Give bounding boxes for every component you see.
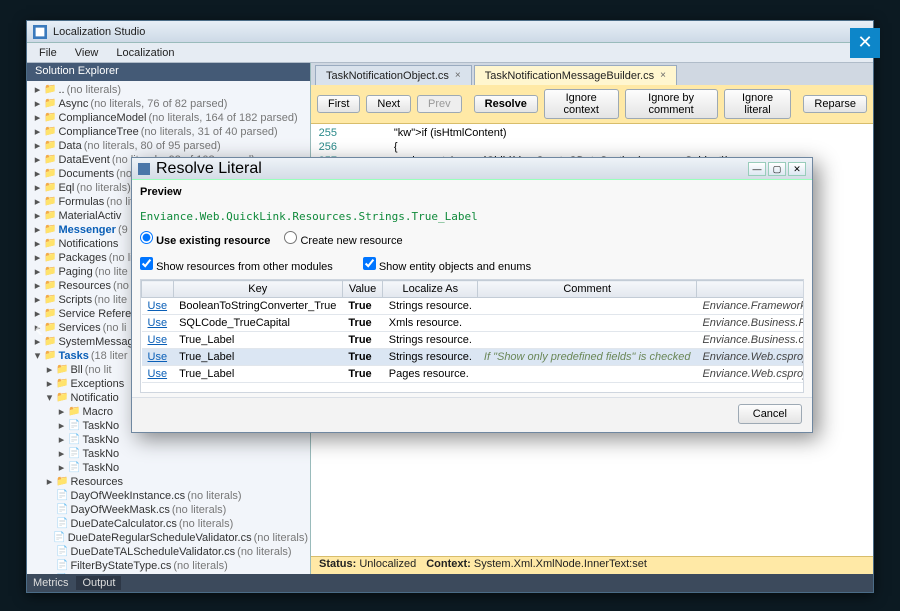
menu-localization[interactable]: Localization — [108, 46, 182, 60]
table-row[interactable]: UseTrue_LabelTruePages resource.Enviance… — [142, 366, 805, 383]
table-row[interactable]: UseTrue_LabelTrueStrings resource.Envian… — [142, 332, 805, 349]
tab-output[interactable]: Output — [76, 576, 121, 590]
prev-image-arrow[interactable]: ‹ — [26, 306, 52, 354]
tree-item[interactable]: ▸📁.. (no literals) — [31, 83, 310, 97]
titlebar[interactable]: Localization Studio — [27, 21, 873, 43]
next-image-arrow[interactable]: › — [852, 306, 878, 354]
close-icon[interactable]: × — [455, 70, 461, 81]
radio-use-existing[interactable]: Use existing resource — [140, 231, 270, 247]
column-header[interactable]: Resource File — [696, 281, 804, 298]
table-row[interactable]: UseBooleanToStringConverter_TrueTrueStri… — [142, 298, 805, 315]
dialog-title: Resolve Literal — [156, 160, 262, 178]
editor-toolbar: First Next Prev Resolve Ignore context I… — [311, 85, 873, 124]
menu-file[interactable]: File — [31, 46, 65, 60]
tree-item[interactable]: 📄DayOfWeekInstance.cs (no literals) — [31, 489, 310, 503]
tree-item[interactable]: ▸📄TaskNo — [31, 433, 310, 447]
menubar: File View Localization — [27, 43, 873, 63]
tree-item[interactable]: 📄DueDateTALScheduleValidator.cs (no lite… — [31, 545, 310, 559]
tree-item[interactable]: ▸📁Async (no literals, 76 of 82 parsed) — [31, 97, 310, 111]
close-icon[interactable]: × — [660, 70, 666, 81]
editor-statusbar: Status: Unlocalized Context: System.Xml.… — [311, 556, 873, 574]
ignore-by-comment-button[interactable]: Ignore by comment — [625, 89, 718, 119]
table-row[interactable]: UseTrue_LabelTrueStrings resource.If "Sh… — [142, 349, 805, 366]
use-link[interactable]: Use — [148, 317, 168, 329]
window-title: Localization Studio — [53, 26, 145, 38]
column-header[interactable]: Key — [173, 281, 342, 298]
tree-item[interactable]: 📄DueDateRegularScheduleValidator.cs (no … — [31, 531, 310, 545]
tab-label: TaskNotificationObject.cs — [326, 70, 449, 82]
tree-item[interactable]: ▸📁ComplianceModel (no literals, 164 of 1… — [31, 111, 310, 125]
dialog-icon — [138, 163, 150, 175]
context-value: System.Xml.XmlNode.InnerText:set — [474, 558, 647, 570]
tree-item[interactable]: 📄DueDateCalculator.cs (no literals) — [31, 517, 310, 531]
tab-metrics[interactable]: Metrics — [33, 577, 68, 589]
prev-button: Prev — [417, 95, 462, 113]
tree-item[interactable]: ▸📁Data (no literals, 80 of 95 parsed) — [31, 139, 310, 153]
preview-label: Preview — [140, 186, 804, 198]
tree-item[interactable]: 📄FilterByStateType.cs (no literals) — [31, 559, 310, 573]
solution-explorer-tab[interactable]: Solution Explorer — [27, 63, 310, 81]
minimize-button[interactable]: — — [748, 162, 766, 176]
bottom-tabs: Metrics Output — [27, 574, 873, 592]
reparse-button[interactable]: Reparse — [803, 95, 867, 113]
preview-text: Enviance.Web.QuickLink.Resources.Strings… — [140, 210, 804, 223]
ignore-literal-button[interactable]: Ignore literal — [724, 89, 792, 119]
ignore-context-button[interactable]: Ignore context — [544, 89, 619, 119]
resolve-literal-dialog: Resolve Literal — ▢ ✕ Preview Enviance.W… — [131, 157, 813, 433]
checkbox-other-modules[interactable]: Show resources from other modules — [140, 257, 333, 273]
context-label: Context: — [426, 558, 471, 570]
tree-item[interactable]: ▸📄TaskNo — [31, 447, 310, 461]
radio-create-new[interactable]: Create new resource — [284, 231, 402, 247]
tab-tasknotificationmessagebuilder[interactable]: TaskNotificationMessageBuilder.cs × — [474, 65, 677, 85]
use-link[interactable]: Use — [148, 368, 168, 380]
use-link[interactable]: Use — [148, 300, 168, 312]
column-header[interactable]: Comment — [478, 281, 697, 298]
use-link[interactable]: Use — [148, 334, 168, 346]
tree-item[interactable]: ▸📁Resources — [31, 475, 310, 489]
close-button[interactable]: ✕ — [788, 162, 806, 176]
use-link[interactable]: Use — [148, 351, 168, 363]
overlay-close-button[interactable]: ✕ — [850, 28, 880, 58]
tree-item[interactable]: ▸📄TaskNo — [31, 461, 310, 475]
app-icon — [33, 25, 47, 39]
menu-view[interactable]: View — [67, 46, 107, 60]
tab-tasknotificationobject[interactable]: TaskNotificationObject.cs × — [315, 65, 472, 85]
tree-item[interactable]: ▸📁ComplianceTree (no literals, 31 of 40 … — [31, 125, 310, 139]
next-button[interactable]: Next — [366, 95, 411, 113]
status-value: Unlocalized — [359, 558, 416, 570]
cancel-button[interactable]: Cancel — [738, 404, 802, 424]
column-header[interactable] — [142, 281, 174, 298]
column-header[interactable]: Value — [342, 281, 382, 298]
resources-table: KeyValueLocalize AsCommentResource File … — [141, 280, 804, 383]
table-row[interactable]: UseSQLCode_TrueCapitalTrueXmls resource.… — [142, 315, 805, 332]
status-label: Status: — [319, 558, 356, 570]
column-header[interactable]: Localize As — [383, 281, 478, 298]
first-button[interactable]: First — [317, 95, 360, 113]
tree-item[interactable]: 📄DayOfWeekMask.cs (no literals) — [31, 503, 310, 517]
tab-label: TaskNotificationMessageBuilder.cs — [485, 70, 654, 82]
maximize-button[interactable]: ▢ — [768, 162, 786, 176]
editor-tabs: TaskNotificationObject.cs × TaskNotifica… — [311, 63, 873, 85]
checkbox-entity-objects[interactable]: Show entity objects and enums — [363, 257, 531, 273]
dialog-titlebar[interactable]: Resolve Literal — ▢ ✕ — [132, 158, 812, 180]
resolve-button[interactable]: Resolve — [474, 95, 538, 113]
